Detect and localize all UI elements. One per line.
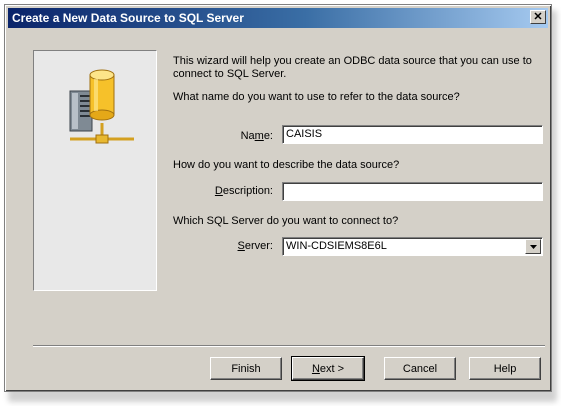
wizard-intro-text: This wizard will help you create an ODBC…	[173, 55, 532, 80]
server-label: Server:	[237, 240, 273, 252]
wizard-dialog: Create a New Data Source to SQL Server ✕…	[4, 4, 552, 392]
description-question: How do you want to describe the data sou…	[173, 159, 400, 171]
name-label: Name:	[240, 130, 273, 142]
window-title: Create a New Data Source to SQL Server	[12, 11, 244, 25]
chevron-down-icon	[529, 244, 537, 249]
close-icon: ✕	[533, 10, 543, 23]
server-question: Which SQL Server do you want to connect …	[173, 215, 399, 227]
button-divider	[33, 345, 545, 347]
title-bar[interactable]: Create a New Data Source to SQL Server ✕	[8, 8, 548, 28]
next-button[interactable]: Next >	[291, 356, 365, 381]
server-database-icon	[69, 69, 134, 144]
cancel-button[interactable]: Cancel	[384, 357, 456, 380]
finish-button[interactable]: Finish	[210, 357, 282, 380]
wizard-image-panel	[33, 50, 157, 291]
server-select[interactable]: WIN-CDSIEMS8E6L	[282, 237, 543, 256]
server-select-value: WIN-CDSIEMS8E6L	[286, 240, 387, 252]
name-question: What name do you want to use to refer to…	[173, 91, 460, 103]
description-label: Description:	[214, 185, 273, 197]
name-field[interactable]: CAISIS	[282, 125, 543, 144]
close-button[interactable]: ✕	[530, 10, 546, 24]
description-field[interactable]	[282, 182, 543, 201]
help-button[interactable]: Help	[469, 357, 541, 380]
server-dropdown-button[interactable]	[525, 239, 541, 254]
